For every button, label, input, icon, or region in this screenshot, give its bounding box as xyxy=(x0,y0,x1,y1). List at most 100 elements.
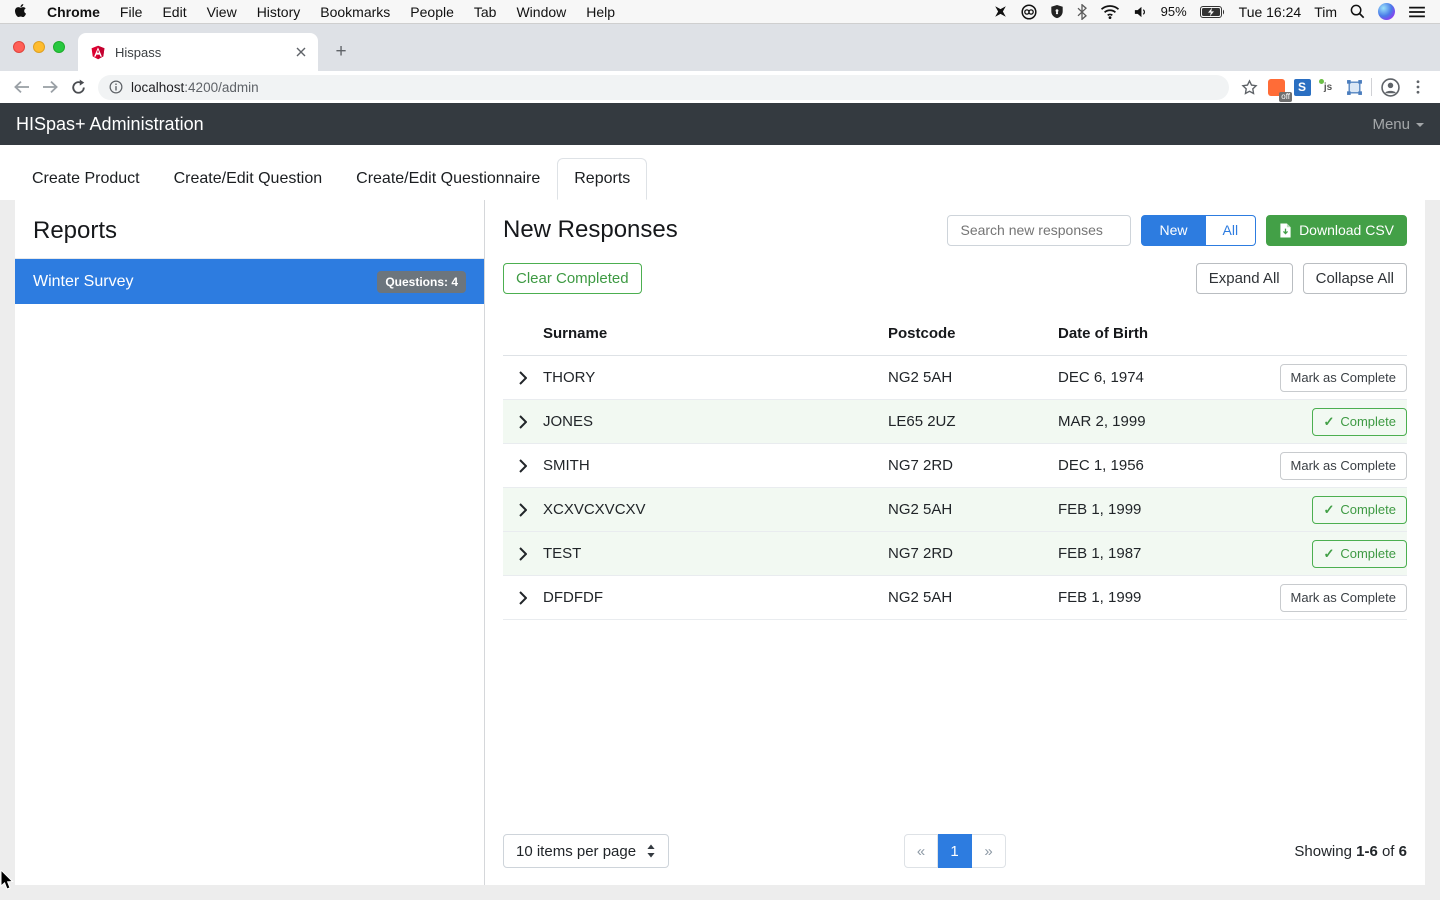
responses-table: Surname Postcode Date of Birth THORY NG2… xyxy=(503,312,1407,620)
avast-icon[interactable] xyxy=(993,4,1008,19)
bluetooth-icon[interactable] xyxy=(1077,4,1087,20)
extension-s-icon[interactable]: S xyxy=(1289,74,1315,100)
complete-button[interactable]: ✓ Complete xyxy=(1312,496,1407,524)
menubar-item-bookmarks[interactable]: Bookmarks xyxy=(320,4,390,20)
menubar-item-tab[interactable]: Tab xyxy=(474,4,497,20)
minimize-window-button[interactable] xyxy=(33,41,45,53)
menubar-item-chrome[interactable]: Chrome xyxy=(47,4,100,20)
close-window-button[interactable] xyxy=(13,41,25,53)
showing-summary: Showing 1-6 of 6 xyxy=(1294,843,1407,860)
collapse-all-button[interactable]: Collapse All xyxy=(1303,263,1407,294)
items-per-page-select[interactable]: 10 items per page xyxy=(503,834,669,868)
extension-ruler-icon[interactable] xyxy=(1341,74,1367,100)
table-row: SMITH NG7 2RD DEC 1, 1956 Mark as Comple… xyxy=(503,444,1407,488)
check-icon: ✓ xyxy=(1323,414,1334,430)
expand-row-button[interactable] xyxy=(515,499,531,521)
browser-tab[interactable]: Hispass xyxy=(78,33,318,71)
notification-center-icon[interactable] xyxy=(1408,5,1426,19)
search-input[interactable] xyxy=(947,215,1131,246)
mark-as-complete-button[interactable]: Mark as Complete xyxy=(1280,364,1407,392)
chevron-right-icon xyxy=(519,591,527,605)
table-row: JONES LE65 2UZ MAR 2, 1999 ✓Complete xyxy=(503,400,1407,444)
mark-as-complete-button[interactable]: Mark as Complete xyxy=(1280,452,1407,480)
chevron-right-icon xyxy=(519,547,527,561)
app-menu-dropdown[interactable]: Menu xyxy=(1372,116,1424,133)
shield-icon[interactable] xyxy=(1050,4,1064,19)
pagination: « 6 1 » xyxy=(904,834,1006,868)
menubar-item-edit[interactable]: Edit xyxy=(162,4,186,20)
surname-cell: XCXVCXVCXV xyxy=(543,501,888,518)
adobe-cc-icon[interactable] xyxy=(1021,4,1037,20)
profile-avatar-button[interactable] xyxy=(1376,73,1404,101)
wifi-icon[interactable] xyxy=(1100,4,1120,19)
surname-cell: SMITH xyxy=(543,457,888,474)
zoom-window-button[interactable] xyxy=(53,41,65,53)
close-tab-icon[interactable] xyxy=(296,45,306,60)
kebab-menu-icon xyxy=(1411,80,1425,94)
menubar-item-people[interactable]: People xyxy=(410,4,454,20)
menubar-item-help[interactable]: Help xyxy=(586,4,615,20)
address-bar[interactable]: localhost:4200/admin xyxy=(98,75,1229,100)
menubar-item-history[interactable]: History xyxy=(257,4,301,20)
page-info-icon[interactable] xyxy=(109,80,123,94)
apple-icon xyxy=(14,3,27,18)
postcode-cell: NG2 5AH xyxy=(888,369,1058,386)
extension-postman-icon[interactable]: off xyxy=(1263,74,1289,100)
next-page-button[interactable]: » xyxy=(972,834,1006,868)
postcode-cell: NG2 5AH xyxy=(888,589,1058,606)
surname-cell: JONES xyxy=(543,413,888,430)
filter-all-button[interactable]: All xyxy=(1206,215,1257,246)
showing-range: 1-6 xyxy=(1356,843,1378,860)
dob-cell: DEC 1, 1956 xyxy=(1058,457,1272,474)
complete-button[interactable]: ✓Complete xyxy=(1312,540,1407,568)
previous-page-button[interactable]: « xyxy=(904,834,938,868)
complete-button[interactable]: ✓Complete xyxy=(1312,408,1407,436)
complete-label: Complete xyxy=(1340,502,1396,517)
reload-button[interactable] xyxy=(64,73,92,101)
back-button[interactable] xyxy=(8,73,36,101)
browser-menu-button[interactable] xyxy=(1404,73,1432,101)
extension-js-icon[interactable]: js xyxy=(1315,74,1341,100)
tab-create-edit-questionnaire[interactable]: Create/Edit Questionnaire xyxy=(339,158,557,200)
report-list-item-winter-survey[interactable]: Winter Survey Questions: 4 xyxy=(15,259,484,304)
url-text[interactable]: localhost:4200/admin xyxy=(131,80,259,95)
report-name: Winter Survey xyxy=(33,273,133,291)
apple-menu-icon[interactable] xyxy=(14,3,27,21)
menubar-clock[interactable]: Tue 16:24 xyxy=(1239,4,1302,20)
tab-create-edit-question[interactable]: Create/Edit Question xyxy=(157,158,340,200)
spotlight-search-icon[interactable] xyxy=(1350,4,1365,19)
menubar-user[interactable]: Tim xyxy=(1314,4,1337,20)
table-row: TEST NG7 2RD FEB 1, 1987 ✓Complete xyxy=(503,532,1407,576)
table-row: DFDFDF NG2 5AH FEB 1, 1999 Mark as Compl… xyxy=(503,576,1407,620)
forward-icon xyxy=(41,79,59,95)
postcode-cell: NG7 2RD xyxy=(888,457,1058,474)
menubar-item-window[interactable]: Window xyxy=(516,4,566,20)
chevron-right-icon xyxy=(519,503,527,517)
expand-row-button[interactable] xyxy=(515,367,531,389)
battery-charging-icon[interactable] xyxy=(1200,6,1226,18)
surname-cell: DFDFDF xyxy=(543,589,888,606)
tab-reports[interactable]: Reports xyxy=(557,158,647,200)
expand-row-button[interactable] xyxy=(515,411,531,433)
download-csv-button[interactable]: Download CSV xyxy=(1266,215,1407,246)
expand-row-button[interactable] xyxy=(515,455,531,477)
expand-all-button[interactable]: Expand All xyxy=(1196,263,1293,294)
dob-cell: MAR 2, 1999 xyxy=(1058,413,1272,430)
filter-new-button[interactable]: New xyxy=(1141,215,1205,246)
check-icon: ✓ xyxy=(1323,502,1334,518)
menubar-item-file[interactable]: File xyxy=(120,4,143,20)
surname-column-header: Surname xyxy=(543,325,888,342)
tab-title: Hispass xyxy=(115,45,287,60)
clear-completed-button[interactable]: Clear Completed xyxy=(503,263,642,294)
expand-row-button[interactable] xyxy=(515,587,531,609)
expand-row-button[interactable] xyxy=(515,543,531,565)
bookmark-star-button[interactable] xyxy=(1235,73,1263,101)
tab-create-product[interactable]: Create Product xyxy=(15,158,157,200)
volume-icon[interactable] xyxy=(1133,5,1148,19)
menubar-item-view[interactable]: View xyxy=(207,4,237,20)
current-page-button[interactable]: 1 xyxy=(938,834,972,868)
new-tab-button[interactable]: + xyxy=(328,38,354,64)
siri-icon[interactable] xyxy=(1378,3,1395,20)
forward-button[interactable] xyxy=(36,73,64,101)
mark-as-complete-button[interactable]: Mark as Complete xyxy=(1280,584,1407,612)
